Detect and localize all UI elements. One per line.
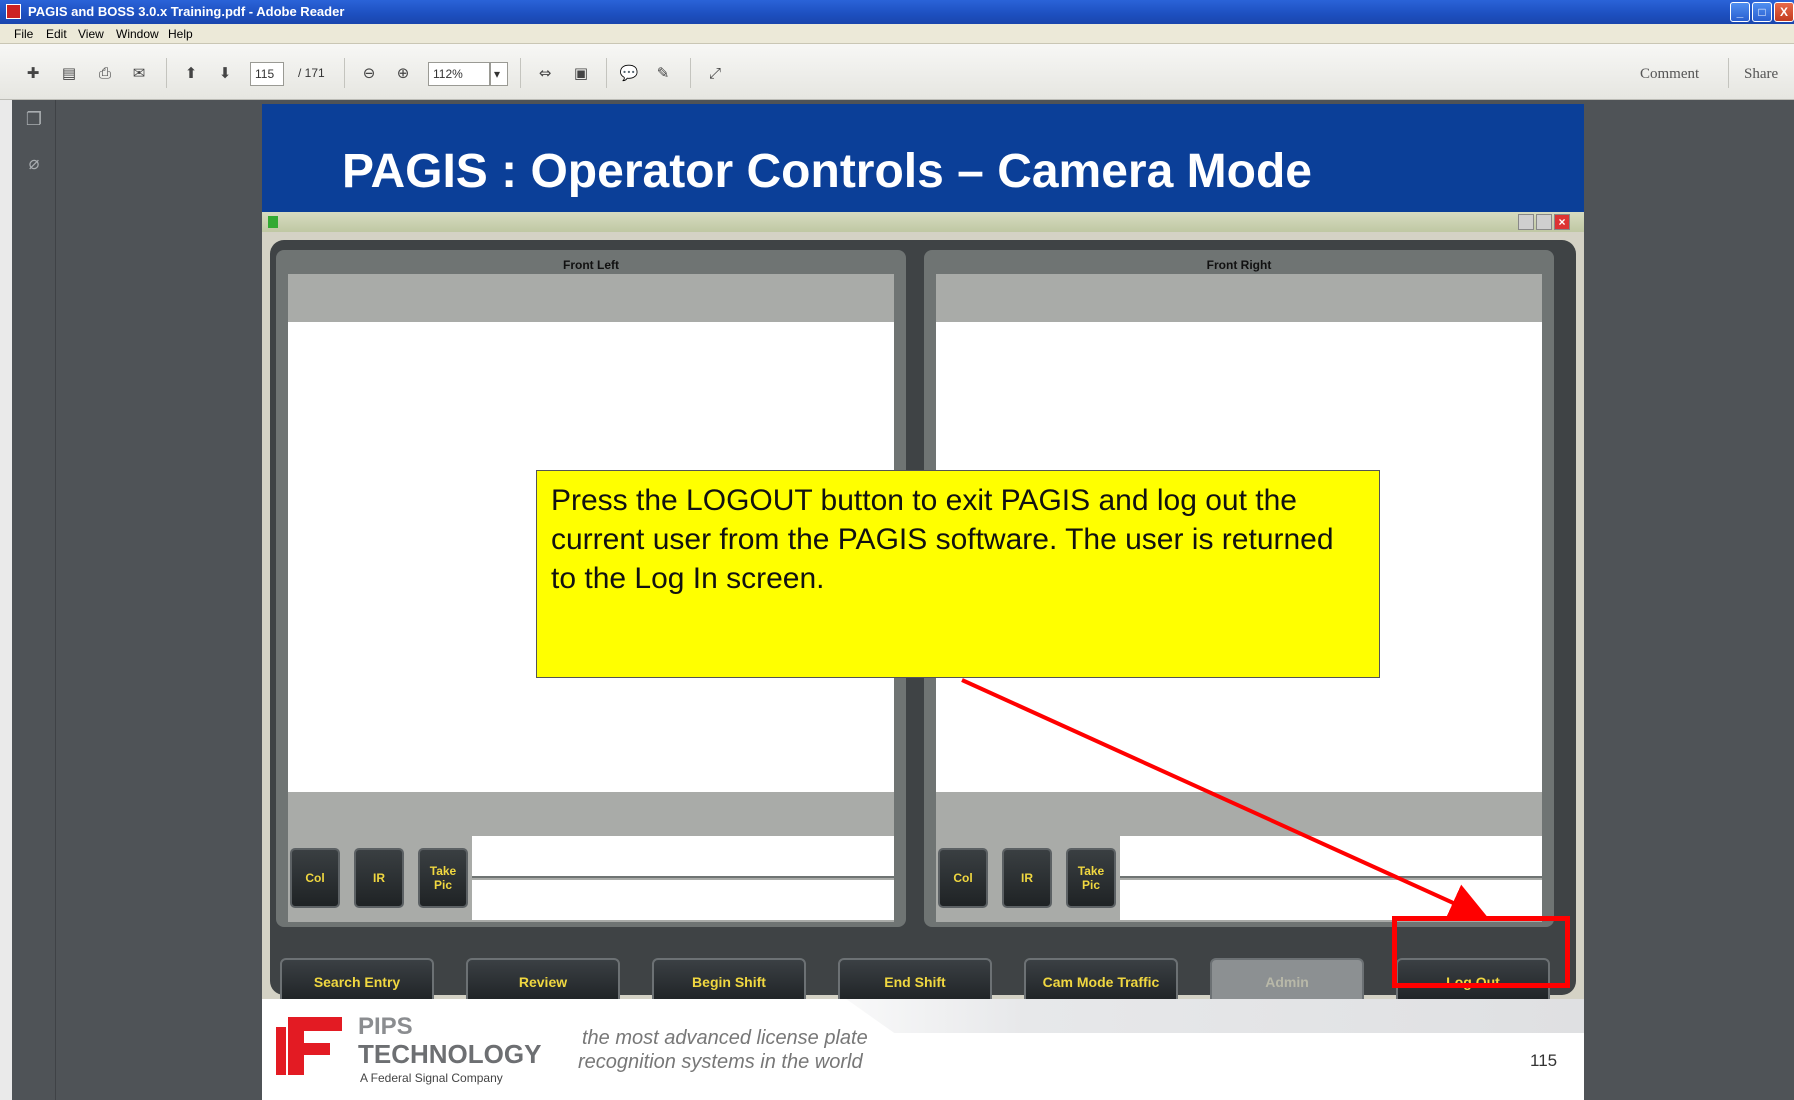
window-title-bar: PAGIS and BOSS 3.0.x Training.pdf - Adob… <box>0 0 1794 24</box>
pips-logo-icon <box>276 1017 342 1075</box>
minimize-button[interactable]: _ <box>1730 2 1750 22</box>
plate-read-field <box>472 836 894 878</box>
slide-header: PAGIS : Operator Controls – Camera Mode <box>262 104 1584 212</box>
tagline-line1: the most advanced license plate <box>582 1027 868 1049</box>
create-pdf-icon[interactable]: ✚ <box>20 60 46 86</box>
take-pic-button[interactable]: Take Pic <box>1066 848 1116 908</box>
zoom-dropdown-chevron-icon[interactable]: ▾ <box>490 62 508 86</box>
maximize-button[interactable]: □ <box>1752 2 1772 22</box>
pagis-title-bar: × <box>262 212 1584 232</box>
camera-info-band <box>288 274 894 322</box>
email-icon[interactable]: ✉ <box>126 60 152 86</box>
company-name-line2: TECHNOLOGY <box>358 1039 542 1069</box>
company-subtitle: A Federal Signal Company <box>360 1071 503 1085</box>
menu-view[interactable]: View <box>78 27 104 41</box>
log-out-highlight-box <box>1392 916 1570 988</box>
ir-button[interactable]: IR <box>1002 848 1052 908</box>
zoom-level-input[interactable]: 112% <box>428 62 490 86</box>
zoom-in-icon[interactable]: ⊕ <box>390 60 416 86</box>
toolbar-separator <box>606 58 607 88</box>
fit-width-icon[interactable]: ⇔ <box>532 60 558 86</box>
save-icon[interactable]: ▤ <box>56 60 82 86</box>
attachments-paperclip-icon[interactable]: ⌀ <box>22 152 46 176</box>
print-icon[interactable]: ⎙ <box>92 60 118 86</box>
toolbar-separator <box>1728 58 1729 88</box>
fit-page-icon[interactable]: ▣ <box>568 60 594 86</box>
next-page-icon[interactable]: ⬇ <box>212 60 238 86</box>
navigation-pane: ❐ ⌀ <box>12 100 56 1100</box>
toolbar-separator <box>344 58 345 88</box>
pagis-app-icon <box>268 216 278 228</box>
toolbar-separator <box>166 58 167 88</box>
footer-band <box>846 999 1584 1033</box>
menu-edit[interactable]: Edit <box>46 27 67 41</box>
take-pic-button[interactable]: Take Pic <box>418 848 468 908</box>
pagis-close-icon: × <box>1554 214 1570 230</box>
page-total-label: / 171 <box>298 66 325 80</box>
plate-info-field <box>1120 880 1542 920</box>
col-button[interactable]: Col <box>290 848 340 908</box>
plate-info-field <box>472 880 894 920</box>
company-name-line1: PIPS <box>358 1013 413 1040</box>
menu-window[interactable]: Window <box>116 27 159 41</box>
tagline-line2: recognition systems in the world <box>578 1051 863 1073</box>
pages-panel-icon[interactable]: ❐ <box>22 108 46 132</box>
page-number-input[interactable]: 115 <box>250 62 284 86</box>
instruction-callout: Press the LOGOUT button to exit PAGIS an… <box>536 470 1380 678</box>
pdf-page: PAGIS : Operator Controls – Camera Mode … <box>262 104 1584 1100</box>
window-title: PAGIS and BOSS 3.0.x Training.pdf - Adob… <box>28 4 345 19</box>
share-tab[interactable]: Share <box>1744 66 1778 83</box>
camera-title: Front Right <box>1206 258 1272 272</box>
toolbar: ✚ ▤ ⎙ ✉ ⬆ ⬇ 115 / 171 ⊖ ⊕ 112% ▾ ⇔ ▣ 💬 ✎… <box>0 44 1794 100</box>
close-button[interactable]: X <box>1774 2 1794 22</box>
slide-title: PAGIS : Operator Controls – Camera Mode <box>342 145 1312 198</box>
menu-help[interactable]: Help <box>168 27 193 41</box>
comment-bubble-icon[interactable]: 💬 <box>616 60 642 86</box>
adobe-reader-icon <box>6 4 21 19</box>
zoom-out-icon[interactable]: ⊖ <box>356 60 382 86</box>
camera-info-band <box>936 274 1542 322</box>
col-button[interactable]: Col <box>938 848 988 908</box>
plate-read-field <box>1120 836 1542 878</box>
pagis-minimize-icon <box>1518 214 1534 230</box>
full-screen-icon[interactable]: ⤢ <box>702 60 728 86</box>
previous-page-icon[interactable]: ⬆ <box>178 60 204 86</box>
toolbar-separator <box>520 58 521 88</box>
toolbar-separator <box>690 58 691 88</box>
comment-tab[interactable]: Comment <box>1640 66 1699 83</box>
camera-title: Front Left <box>563 258 619 272</box>
pagis-maximize-icon <box>1536 214 1552 230</box>
menu-bar: File Edit View Window Help <box>0 24 1794 44</box>
menu-file[interactable]: File <box>14 27 33 41</box>
highlight-icon[interactable]: ✎ <box>650 60 676 86</box>
page-number: 115 <box>1530 1051 1558 1070</box>
ir-button[interactable]: IR <box>354 848 404 908</box>
left-edge <box>0 100 12 1100</box>
slide-footer: PIPS TECHNOLOGY A Federal Signal Company… <box>262 999 1584 1100</box>
